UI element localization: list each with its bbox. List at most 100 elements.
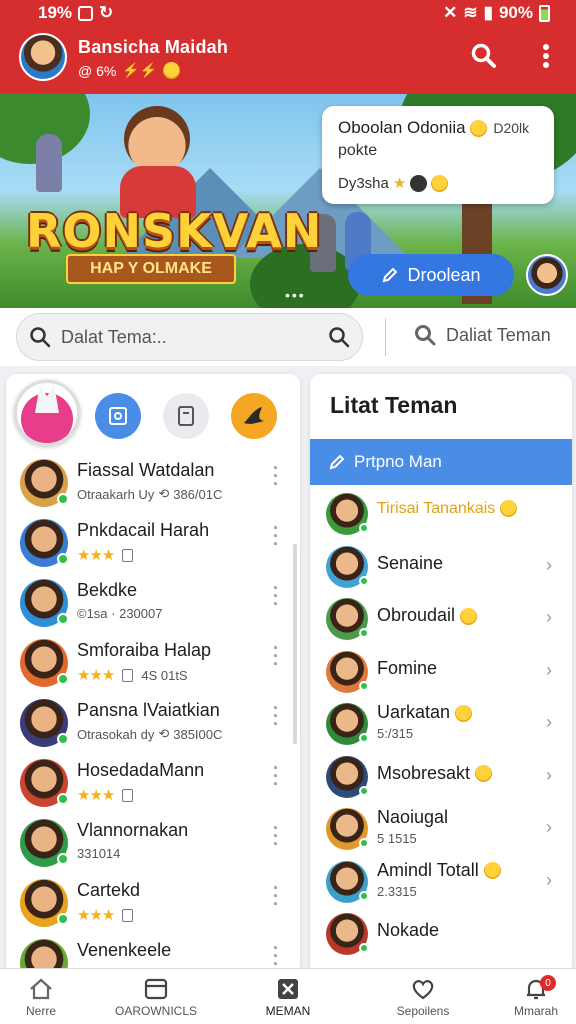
more-options-icon[interactable]: · · · [271,459,281,493]
featured-avatar[interactable] [14,380,80,446]
suggestion-row[interactable]: Amindl Totall 2.3315 › [310,858,572,911]
suggestion-avatar[interactable] [326,808,369,850]
friend-row[interactable]: Fiassal Watdalan Otraakarh Uy ⟲ 386/01C · · · [6,454,300,514]
chevron-right-icon[interactable]: › [546,660,552,681]
banner-action-button[interactable]: Droolean [348,254,514,296]
more-options-icon[interactable]: · · · [271,639,281,673]
suggestion-row[interactable]: Obroudail › [310,595,572,648]
pencil-icon [383,267,398,283]
quick-action-button[interactable] [95,393,141,439]
more-options-icon[interactable]: · · · [271,879,281,913]
friend-avatar[interactable] [20,759,69,807]
friend-row[interactable]: Cartekd ★★★ · · · [6,874,300,934]
nav-label: OAROWNICLS [114,1003,197,1018]
suggestion-name: Amindl Totall [377,860,501,881]
friend-avatar[interactable] [20,459,69,507]
suggestion-row[interactable]: Senaine › [310,543,572,596]
banner-avatar[interactable] [526,254,568,296]
suggestion-avatar[interactable] [326,598,369,640]
friend-row[interactable]: Smforaiba Halap ★★★ 4S 01tS · · · [6,634,300,694]
friend-row[interactable]: Vlannornakan 331014 · · · [6,814,300,874]
filter-bar[interactable]: Prtpno Man [310,439,572,485]
suggestion-avatar[interactable] [326,860,369,903]
smile-icon [455,704,473,722]
carousel-dots[interactable]: ••• [285,287,306,303]
suggestion-avatar[interactable] [326,913,369,955]
nav-label: Nerre [25,1003,56,1018]
smile-icon [460,607,478,625]
smile-icon [475,765,493,783]
star-icon: ★ [392,175,407,192]
smile-icon [431,174,449,192]
suggestion-row[interactable]: Nokade [310,910,572,963]
home-icon [30,978,52,999]
friend-name: Pnkdacail Harah [77,520,210,540]
scrollbar[interactable] [293,544,297,744]
suggestion-name: Fomine [377,657,438,678]
online-indicator [57,913,69,925]
chevron-right-icon[interactable]: › [546,870,552,891]
friend-avatar[interactable] [20,639,69,687]
friend-row[interactable]: HosedadaMann ★★★ · · · [6,754,300,814]
suggestion-row[interactable]: Fomine › [310,648,572,701]
suggestion-name: Nokade [377,920,440,940]
suggestion-avatar[interactable] [326,755,369,798]
promo-banner[interactable]: RONSKVAN HAP Y OLMAKE ••• Oboolan Odonii… [0,94,576,308]
suggestion-avatar[interactable] [326,650,369,693]
chevron-right-icon[interactable]: › [546,817,552,838]
search-placeholder: Dalat Tema:.. [61,326,167,347]
chevron-right-icon[interactable]: › [546,555,552,576]
nav-home[interactable]: Nerre [18,969,64,1024]
friend-row[interactable]: Pansna lVaiatkian Otrasokah dy ⟲ 385I00C · · · [6,694,300,754]
nav-calendar[interactable]: OAROWNICLS [112,969,200,1024]
chevron-right-icon[interactable]: › [546,712,552,733]
panel-title: Litat Teman [330,392,458,418]
suggestion-row[interactable]: Uarkatan 5:/315 › [310,700,572,753]
message-bubble[interactable]: Oboolan Odoniia D20lk pokte Dy3sha ★ [322,106,554,204]
suggestion-row[interactable]: Msobresakt › [310,753,572,806]
more-options-icon[interactable]: · · · [271,699,281,733]
friend-avatar[interactable] [20,519,69,567]
friend-row[interactable]: Bekdke ©1sa · 230007 · · · [6,574,300,634]
suggestion-avatar[interactable] [326,493,369,535]
nav-friends[interactable]: MEMAN [258,969,318,1024]
online-indicator [57,793,69,805]
suggestion-sub: 5 1515 [377,831,417,846]
profile-avatar[interactable] [19,33,67,81]
suggestion-sub: 5:/315 [377,726,414,741]
smile-icon [163,62,181,79]
friend-avatar[interactable] [20,579,69,627]
more-options-button[interactable] [530,40,562,72]
chevron-right-icon[interactable]: › [546,765,552,786]
search-divider [385,318,386,356]
friend-avatar[interactable] [20,819,69,867]
suggestion-row[interactable]: Tirisai Tanankais [310,490,572,543]
character-figure [36,134,62,192]
quick-action-button[interactable] [163,393,209,439]
chevron-right-icon[interactable]: › [546,607,552,628]
suggestion-avatar[interactable] [326,545,369,588]
friend-avatar[interactable] [20,699,69,747]
friend-row[interactable]: Pnkdacail Harah ★★★ · · · [6,514,300,574]
more-options-icon[interactable]: · · · [271,819,281,853]
hero-character [110,106,206,218]
suggestion-avatar[interactable] [326,703,369,745]
search-input[interactable]: Dalat Tema:.. [16,313,363,361]
more-options-icon[interactable]: · · · [271,759,281,793]
more-options-icon[interactable]: · · · [271,519,281,553]
suggestion-name: Obroudail [377,605,478,626]
nav-notifications[interactable]: 0 Mmarah [508,969,564,1024]
search-button[interactable] [468,40,500,72]
online-indicator [359,943,369,953]
badge-icon [122,788,134,802]
mute-icon: ✕ [443,3,458,22]
suggestion-row[interactable]: Naoiugal 5 1515 › [310,805,572,858]
friend-name: Pansna lVaiatkian [77,700,220,720]
pencil-icon [329,454,345,470]
search-secondary-button[interactable]: Daliat Teman [414,324,551,346]
nav-favorites[interactable]: Sepoilens [390,969,456,1024]
more-options-icon[interactable]: · · · [271,579,281,613]
quick-action-button[interactable] [231,393,277,439]
friend-avatar[interactable] [20,879,69,927]
friend-name: Smforaiba Halap [77,640,212,660]
